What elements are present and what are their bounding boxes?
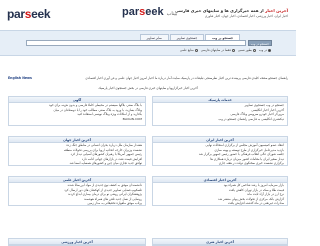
search-option[interactable]: در وب: [259, 48, 271, 52]
banner-text[interactable]: آخرین اخبار خبرگزاریها و سایتهای خبری فا…: [60, 86, 236, 90]
logo-text: eek: [31, 7, 51, 21]
news-link[interactable]: پرتاب موفق ماهواره تحقیقاتی به مدار زمین: [9, 201, 145, 206]
world-news-box: آخرین اخبار جهان هشدار سازمان ملل درباره…: [8, 136, 146, 166]
search-option[interactable]: منابع علمی: [180, 48, 198, 52]
radio-icon: [252, 48, 256, 52]
parseek-logo-center[interactable]: parseek بیناب: [122, 6, 179, 18]
logo-text: par: [122, 6, 140, 18]
news-link[interactable]: توافق جدید تجاری میان چین و کشورهای همسا…: [9, 161, 145, 166]
radio-icon: [231, 48, 235, 52]
radio-icon: [194, 48, 198, 52]
tagline-highlight: آخرین اخبار: [265, 8, 288, 13]
box-title: آخرین اخبار هنری: [153, 239, 287, 245]
iran-news-box: آخرین اخبار ایران انتقاد عضو کمیسیون آمو…: [152, 136, 288, 166]
services-box: خدمات پارسیک جستجو در وب جستجوی تصاویر آ…: [152, 96, 288, 126]
box-title: آخرین اخبار ورزشی: [9, 239, 145, 245]
option-label: منابع علمی: [179, 48, 194, 52]
news-link[interactable]: صادرات غیرنفتی در ماه گذشته افزایش یافت: [153, 201, 287, 206]
tagline: آخرین اخبار از همه خبرگزاری ها و سایتهای…: [175, 8, 288, 13]
list-item[interactable]: BLOGIN.COM: [9, 117, 145, 122]
sport-news-box: آخرین اخبار ورزشی: [8, 238, 146, 246]
top-nav-links[interactable]: راهنمای جستجو صفحه کلیدی فارسی پربیننده …: [85, 76, 288, 80]
search-bar: جستجو در وب جستجوی تصاویر سایر تصاویر جس…: [0, 30, 296, 56]
ad-box: آگهی با بلاگ سنتر، بلاگها سیستم در محیطی…: [8, 96, 146, 126]
parseek-logo-left[interactable]: parseek: [7, 7, 51, 21]
logo-text: eek: [145, 6, 164, 18]
search-option[interactable]: بطور نسبی: [238, 48, 256, 52]
tagline-text: از همه خبرگزاری ها و سایتهای خبری فارسی: [174, 8, 266, 13]
option-label: بطور نسبی: [237, 48, 252, 52]
option-label: فقط در سایتهای فارسی: [200, 48, 231, 52]
search-input[interactable]: [26, 40, 246, 46]
header-subnav[interactable]: اخبار ایران، اخبار ورزشی، اخبار اقتصادی،…: [205, 14, 288, 18]
english-news-link[interactable]: English News: [8, 76, 32, 80]
search-option[interactable]: فقط در سایتهای فارسی: [201, 48, 235, 52]
header: parseek parseek بیناب آخرین اخبار از همه…: [0, 0, 296, 30]
science-news-box: آخرین اخبار علمی دانشمندان موفق به کشف ن…: [8, 176, 146, 206]
radio-icon: [268, 48, 271, 52]
top-navigation: English News راهنمای جستجو صفحه کلیدی فا…: [0, 74, 296, 82]
search-button[interactable]: جستجو در وب: [248, 40, 272, 46]
list-item[interactable]: دیکشنری انگلیسی به فارسی راهنمای جستجو د…: [153, 117, 287, 122]
art-news-box: آخرین اخبار هنری: [152, 238, 288, 246]
logo-text: par: [7, 7, 25, 21]
option-label: در وب: [258, 48, 267, 52]
economy-news-box: آخرین اخبار اقتصادی بازار سرمایه امروز ب…: [152, 176, 288, 206]
news-link[interactable]: برگزاری نشست خبری سخنگوی دولت در هفته جا…: [153, 161, 287, 166]
search-options: در وب بطور نسبی فقط در سایتهای فارسی منا…: [180, 48, 271, 52]
